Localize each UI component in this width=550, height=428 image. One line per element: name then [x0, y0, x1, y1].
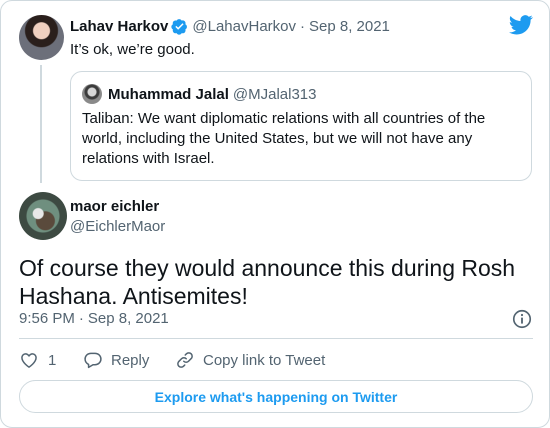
- explore-twitter-button[interactable]: Explore what's happening on Twitter: [19, 380, 533, 413]
- tweet-embed-card: Lahav Harkov @LahavHarkov · Sep 8, 2021 …: [0, 0, 550, 428]
- tweet-timestamp[interactable]: 9:56 PM · Sep 8, 2021: [19, 310, 169, 327]
- quoted-author-handle: @MJalal313: [232, 85, 317, 103]
- reply-button[interactable]: Reply: [83, 350, 175, 370]
- parent-tweet-header: Lahav Harkov @LahavHarkov · Sep 8, 2021: [70, 16, 390, 36]
- main-author-handle[interactable]: @EichlerMaor: [70, 218, 165, 235]
- quoted-tweet[interactable]: Muhammad Jalal @MJalal313 Taliban: We wa…: [70, 71, 532, 181]
- dot-separator: ·: [300, 17, 305, 35]
- tweet-actions-bar: 1 Reply Copy link to Tweet: [19, 349, 325, 371]
- like-button[interactable]: 1: [19, 350, 79, 370]
- parent-author-handle[interactable]: @LahavHarkov: [192, 18, 296, 35]
- parent-tweet-date[interactable]: Sep 8, 2021: [309, 18, 390, 35]
- quoted-author-name: Muhammad Jalal: [108, 85, 229, 103]
- main-author-name[interactable]: maor eichler: [70, 198, 159, 215]
- heart-icon: [21, 353, 37, 368]
- like-count: 1: [48, 351, 57, 369]
- copy-link-button[interactable]: Copy link to Tweet: [175, 350, 325, 370]
- parent-author-name[interactable]: Lahav Harkov: [70, 18, 168, 35]
- quoted-author-avatar: [82, 84, 102, 104]
- parent-tweet-text: It’s ok, we’re good.: [70, 41, 195, 58]
- parent-author-avatar[interactable]: [19, 15, 64, 60]
- twitter-bird-icon[interactable]: [509, 15, 533, 35]
- action-divider: [19, 338, 533, 339]
- verified-badge-icon: [171, 18, 188, 35]
- thread-connector-line: [40, 65, 42, 183]
- reply-label: Reply: [111, 351, 150, 369]
- tweet-time[interactable]: 9:56 PM: [19, 310, 75, 327]
- quoted-tweet-text: Taliban: We want diplomatic relations wi…: [82, 110, 486, 167]
- reply-bubble-icon: [84, 352, 102, 369]
- link-icon: [177, 352, 193, 368]
- main-author-avatar[interactable]: [19, 192, 67, 240]
- info-icon[interactable]: [511, 308, 533, 330]
- main-tweet-text: Of course they would announce this durin…: [19, 255, 516, 309]
- tweet-date[interactable]: Sep 8, 2021: [88, 310, 169, 327]
- dot-separator: ·: [78, 310, 84, 327]
- quoted-tweet-header: Muhammad Jalal @MJalal313: [108, 84, 316, 104]
- copy-link-label: Copy link to Tweet: [203, 351, 326, 369]
